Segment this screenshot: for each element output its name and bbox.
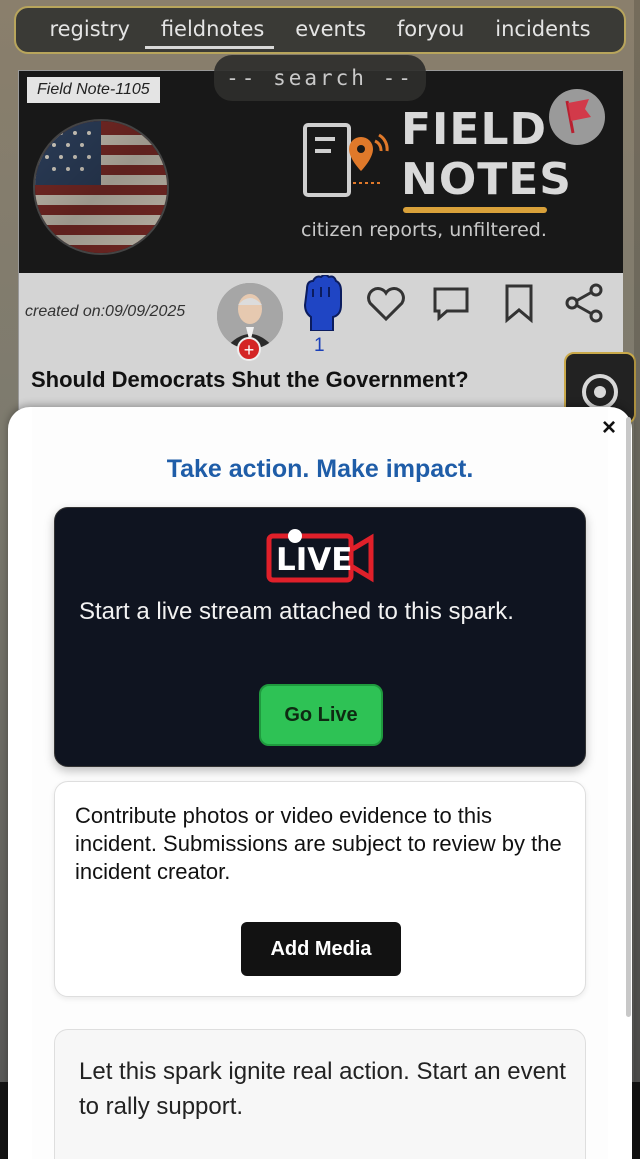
add-media-button[interactable]: Add Media <box>241 922 401 976</box>
created-date: created on:09/09/2025 <box>25 303 186 320</box>
start-event-description: Let this spark ignite real action. Start… <box>79 1058 566 1120</box>
notebook-pin-icon <box>303 123 389 197</box>
page-scrollbar[interactable] <box>634 0 640 1159</box>
comment-icon[interactable] <box>429 281 473 325</box>
close-icon[interactable]: × <box>594 413 624 443</box>
start-event-card: Let this spark ignite real action. Start… <box>54 1029 586 1159</box>
tab-events[interactable]: events <box>295 17 366 43</box>
field-note-card: Field Note-1105 FIELD NOTES citizen repo… <box>18 70 623 410</box>
share-icon[interactable] <box>562 281 606 325</box>
field-note-title[interactable]: Should Democrats Shut the Government? <box>31 367 469 393</box>
live-stream-card: LIVE Start a live stream attached to thi… <box>54 507 586 767</box>
live-badge-text: LIVE <box>276 542 352 578</box>
heart-icon[interactable] <box>364 281 408 325</box>
report-flag-button[interactable] <box>549 89 605 145</box>
follow-author-button[interactable]: + <box>237 337 261 361</box>
raised-fist-icon[interactable] <box>299 275 343 331</box>
field-note-tag: Field Note-1105 <box>27 77 160 103</box>
fist-count: 1 <box>314 335 325 356</box>
go-live-button[interactable]: Go Live <box>259 684 383 746</box>
brand-title: FIELD NOTES <box>401 104 572 205</box>
sheet-heading: Take action. Make impact. <box>166 455 474 483</box>
field-note-meta: created on:09/09/2025 + 1 <box>19 273 623 361</box>
field-note-banner: Field Note-1105 FIELD NOTES citizen repo… <box>19 71 623 273</box>
brand-tagline: citizen reports, unfiltered. <box>301 219 547 241</box>
add-media-description: Contribute photos or video evidence to t… <box>75 803 562 884</box>
top-navigation: registry fieldnotes events foryou incide… <box>14 6 626 54</box>
brand-title-line2: NOTES <box>401 154 572 205</box>
tab-incidents[interactable]: incidents <box>495 17 590 43</box>
flag-avatar <box>33 119 169 255</box>
add-media-card: Contribute photos or video evidence to t… <box>54 781 586 997</box>
live-camera-icon: LIVE <box>266 529 374 583</box>
report-flag-icon <box>565 99 591 134</box>
live-stream-description: Start a live stream attached to this spa… <box>79 598 514 625</box>
search-button[interactable]: -- search -- <box>214 55 426 101</box>
tab-fieldnotes[interactable]: fieldnotes <box>144 17 274 49</box>
tab-registry[interactable]: registry <box>49 17 130 43</box>
tab-foryou[interactable]: foryou <box>397 17 464 43</box>
brand-underline <box>403 207 547 213</box>
take-action-sheet: × Take action. Make impact. LIVE Start a… <box>8 407 632 1159</box>
bookmark-icon[interactable] <box>497 281 541 325</box>
sheet-scrollbar[interactable] <box>626 417 631 1017</box>
brand-title-line1: FIELD <box>401 104 548 155</box>
